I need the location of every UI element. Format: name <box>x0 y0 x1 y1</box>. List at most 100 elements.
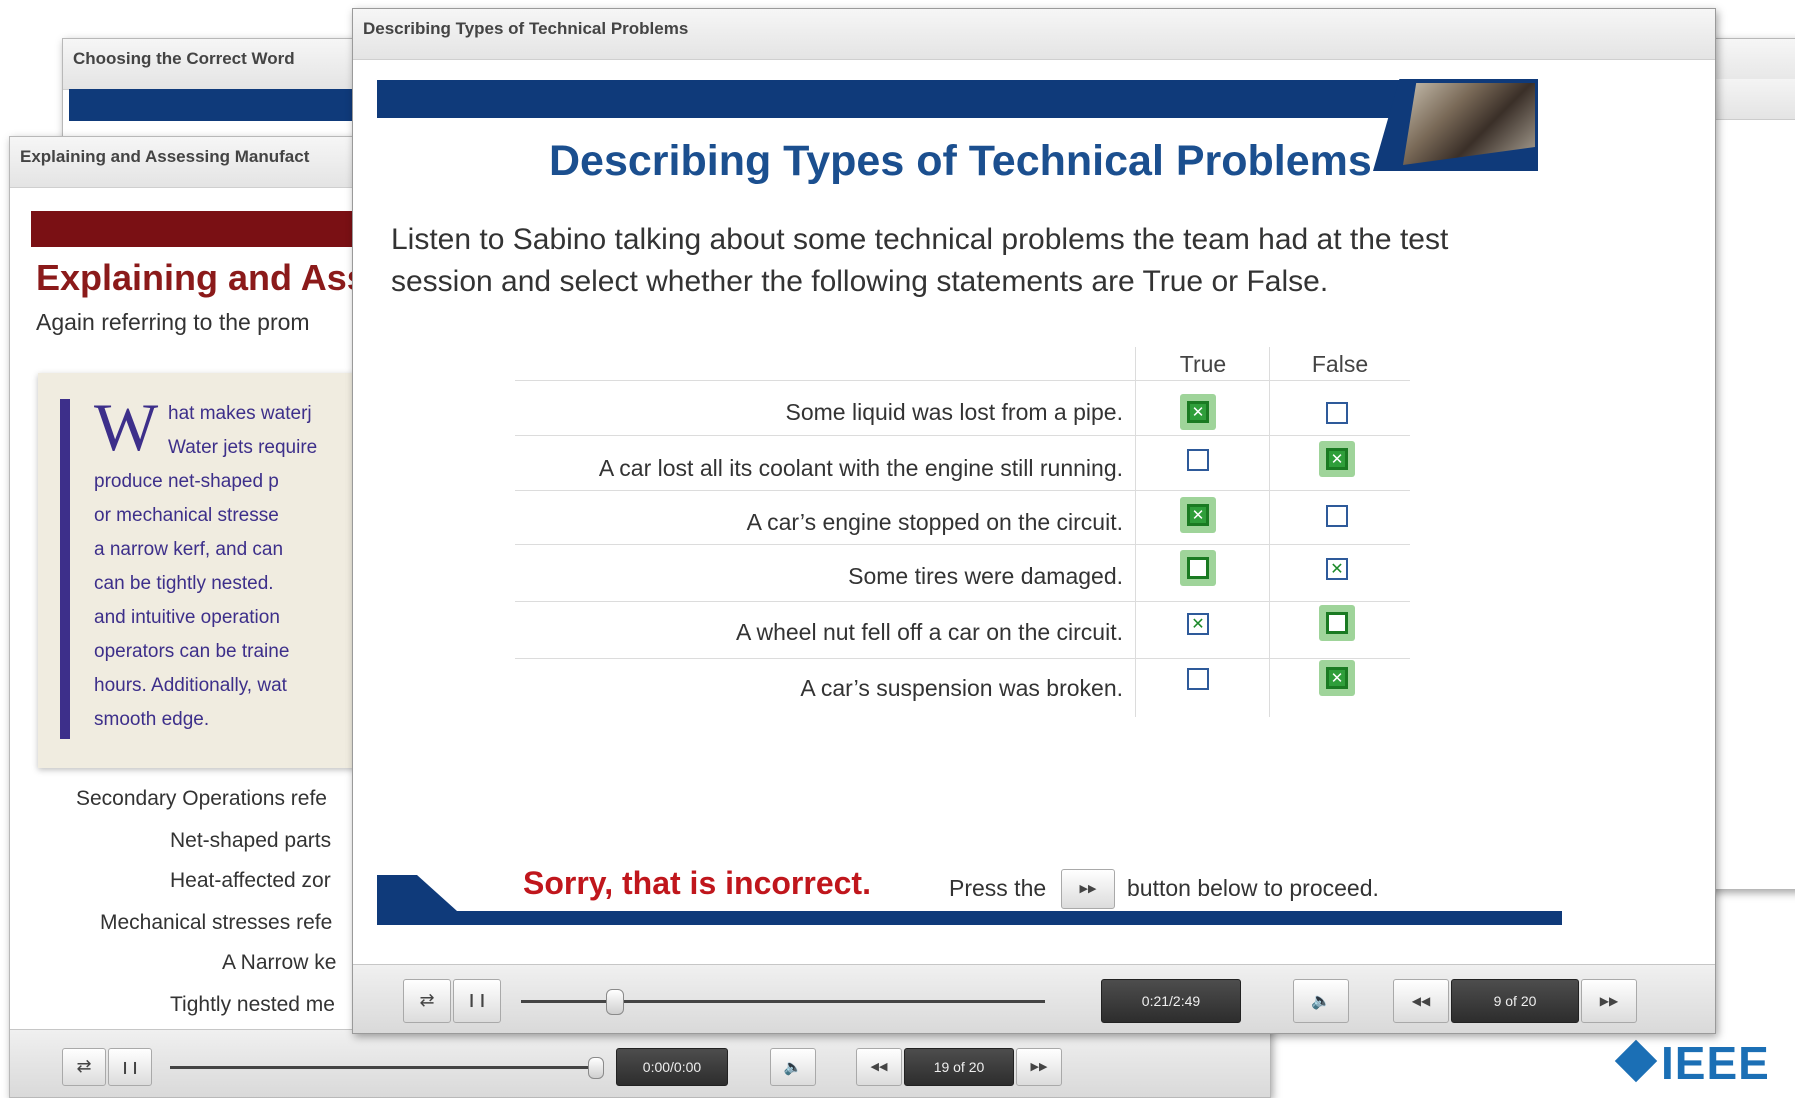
checked-x-icon: ✕ <box>1187 401 1209 423</box>
time-text: 0:00/0:00 <box>642 1059 702 1075</box>
false-checkbox[interactable]: ✕ <box>1326 558 1348 580</box>
true-checkbox[interactable] <box>1187 449 1209 471</box>
seek-thumb[interactable] <box>606 989 624 1015</box>
row-statement: A wheel nut fell off a car on the circui… <box>736 619 1123 645</box>
false-checkbox[interactable] <box>1326 402 1348 424</box>
previous-icon: ◀◀ <box>870 1060 888 1073</box>
pause-icon: ❙❙ <box>119 1060 141 1074</box>
window-title: Explaining and Assessing Manufact <box>20 147 310 166</box>
next-button[interactable]: ▶▶ <box>1581 979 1637 1023</box>
proceed-text-after: button below to proceed. <box>1127 875 1379 901</box>
previous-icon: ◀◀ <box>1411 994 1431 1008</box>
time-text: 0:21/2:49 <box>1141 993 1201 1009</box>
accent-bar <box>69 89 369 121</box>
note-line: produce net-shaped p <box>94 471 279 492</box>
header-banner <box>377 80 1412 118</box>
list-item: Mechanical stresses refe <box>100 911 333 934</box>
volume-icon: 🔈 <box>1311 991 1331 1010</box>
ieee-diamond-icon <box>1614 1039 1658 1083</box>
list-item: Heat-affected zor <box>170 869 331 892</box>
volume-button[interactable]: 🔈 <box>770 1048 816 1086</box>
banner-photo <box>1373 79 1538 171</box>
list-item: Secondary Operations refe <box>76 787 327 810</box>
list-item: A Narrow ke <box>222 951 337 974</box>
slide-intro: Again referring to the prom <box>36 309 310 335</box>
note-dropcap: W <box>94 389 159 465</box>
row-statement: A car’s engine stopped on the circuit. <box>746 509 1123 535</box>
next-button[interactable]: ▶▶ <box>1016 1048 1062 1086</box>
quiz-row: Some tires were damaged. <box>473 557 1123 597</box>
seek-track[interactable] <box>170 1066 600 1069</box>
col-divider <box>1135 347 1136 717</box>
col-header-false: False <box>1311 351 1369 377</box>
note-line: can be tightly nested. <box>94 573 274 594</box>
page-text: 9 of 20 <box>1493 993 1537 1009</box>
pause-icon: ❙❙ <box>466 993 488 1008</box>
checked-x-icon: ✕ <box>1326 448 1348 470</box>
quiz-row: A car lost all its coolant with the engi… <box>473 449 1123 489</box>
false-checkbox[interactable]: ✕ <box>1319 441 1355 477</box>
main-window-describing-technical-problems[interactable]: Describing Types of Technical Problems D… <box>352 8 1716 1034</box>
slide-heading: Describing Types of Technical Problems <box>549 137 1372 185</box>
false-checkbox[interactable] <box>1319 605 1355 641</box>
true-checkbox[interactable]: ✕ <box>1187 613 1209 635</box>
feedback-message: Sorry, that is incorrect. <box>523 865 871 901</box>
true-checkbox[interactable]: ✕ <box>1180 497 1216 533</box>
footer-banner <box>377 911 1562 925</box>
note-line: a narrow kerf, and can <box>94 539 284 560</box>
pause-button[interactable]: ❙❙ <box>453 979 501 1023</box>
page-counter: 19 of 20 <box>904 1048 1014 1086</box>
row-separator <box>515 658 1410 659</box>
player-control-bar: ⇄ ❙❙ 0:00/0:00 🔈 ◀◀ 19 of 20 ▶▶ <box>10 1029 1270 1097</box>
pause-button[interactable]: ❙❙ <box>108 1048 152 1086</box>
previous-button[interactable]: ◀◀ <box>1393 979 1449 1023</box>
note-line: smooth edge. <box>94 709 210 730</box>
note-line: or mechanical stresse <box>94 505 279 526</box>
page-counter: 9 of 20 <box>1451 979 1579 1023</box>
player-control-bar: ⇄ ❙❙ 0:21/2:49 🔈 ◀◀ 9 of 20 ▶▶ <box>353 964 1715 1033</box>
quiz-row: Some liquid was lost from a pipe. <box>473 393 1124 433</box>
banner-photo-image <box>1403 83 1535 165</box>
time-display: 0:21/2:49 <box>1101 979 1241 1023</box>
inline-next-button[interactable]: ▶▶ <box>1061 869 1115 909</box>
volume-icon: 🔈 <box>783 1058 803 1076</box>
volume-button[interactable]: 🔈 <box>1293 979 1349 1023</box>
ieee-logo: IEEE <box>1614 1036 1795 1089</box>
next-icon: ▶▶ <box>1079 882 1097 895</box>
false-checkbox[interactable]: ✕ <box>1319 660 1355 696</box>
false-checkbox[interactable] <box>1326 505 1348 527</box>
next-icon: ▶▶ <box>1030 1060 1048 1073</box>
note-line: hours. Additionally, wat <box>94 675 287 696</box>
col-header-true: True <box>1179 351 1227 377</box>
row-statement: Some liquid was lost from a pipe. <box>785 399 1124 425</box>
instructions-line-1: Listen to Sabino talking about some tech… <box>391 223 1449 256</box>
row-statement: A car’s suspension was broken. <box>800 675 1123 701</box>
transcript-button[interactable]: ⇄ <box>62 1048 106 1086</box>
row-statement: A car lost all its coolant with the engi… <box>598 455 1123 481</box>
true-checkbox[interactable]: ✕ <box>1180 394 1216 430</box>
quiz-row: A wheel nut fell off a car on the circui… <box>473 613 1123 653</box>
time-display: 0:00/0:00 <box>616 1048 728 1086</box>
transcript-button[interactable]: ⇄ <box>403 979 451 1023</box>
instructions-line-2: session and select whether the following… <box>391 265 1329 298</box>
transcript-icon: ⇄ <box>76 1056 92 1077</box>
list-item: Tightly nested me <box>170 993 335 1016</box>
note-line: Water jets require <box>168 437 318 458</box>
row-separator <box>515 601 1410 602</box>
window-title: Describing Types of Technical Problems <box>363 19 689 38</box>
note-line: hat makes waterj <box>168 403 312 424</box>
previous-button[interactable]: ◀◀ <box>856 1048 902 1086</box>
note-line: operators can be traine <box>94 641 290 662</box>
correct-answer-outline <box>1187 557 1209 579</box>
transcript-icon: ⇄ <box>419 990 435 1011</box>
true-checkbox[interactable] <box>1187 668 1209 690</box>
row-separator <box>515 544 1410 545</box>
seek-thumb[interactable] <box>588 1057 604 1079</box>
true-checkbox[interactable] <box>1180 550 1216 586</box>
window-title: Choosing the Correct Word <box>73 49 295 68</box>
list-item: Net-shaped parts <box>170 829 332 852</box>
row-separator <box>515 380 1410 381</box>
seek-track[interactable] <box>521 1000 1045 1003</box>
note-card: W hat makes waterj Water jets require pr… <box>38 373 378 768</box>
quiz-row: A car’s suspension was broken. <box>473 669 1123 709</box>
